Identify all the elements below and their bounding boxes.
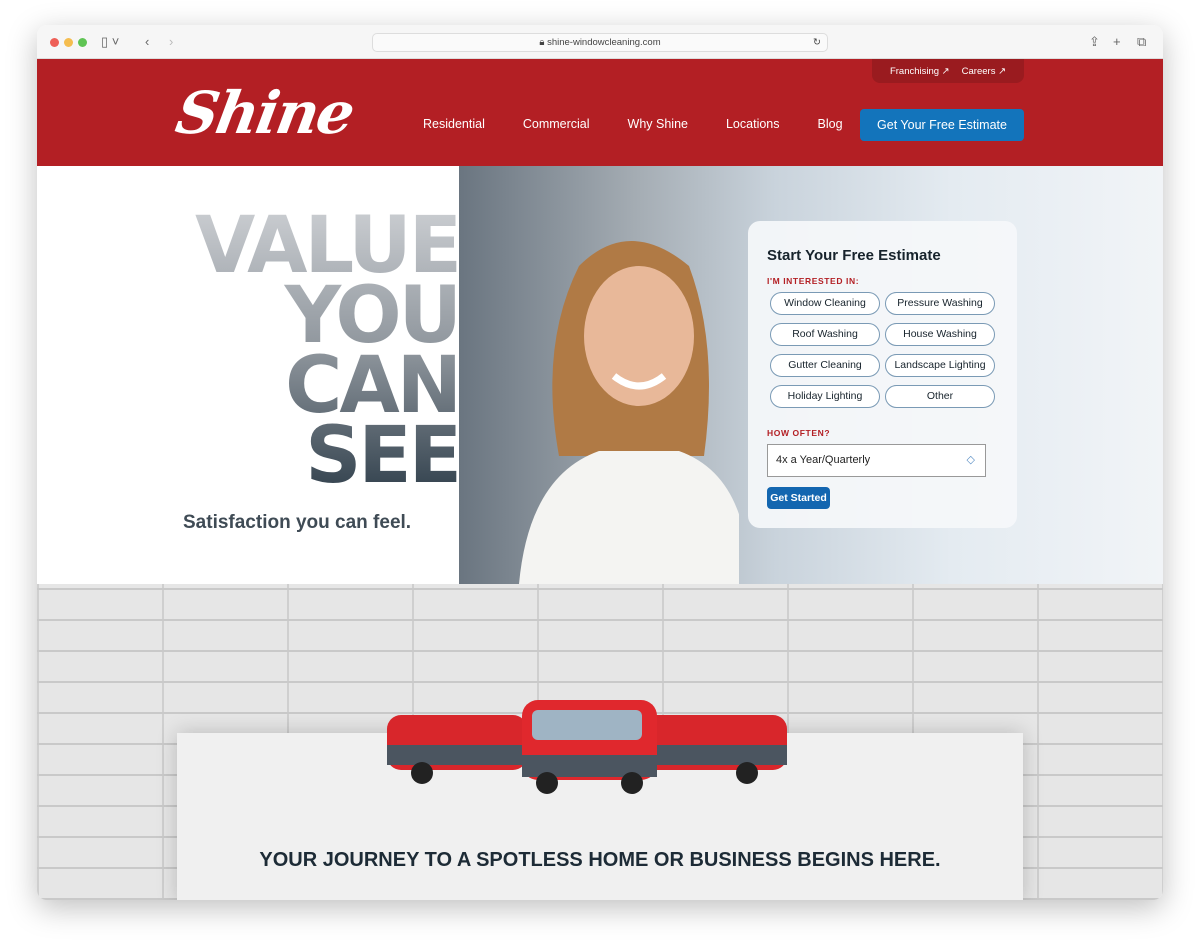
woman-image xyxy=(519,241,739,584)
free-estimate-button[interactable]: Get Your Free Estimate xyxy=(860,109,1024,141)
careers-link[interactable]: Careers ↗ xyxy=(962,66,1006,77)
nav-locations[interactable]: Locations xyxy=(726,117,780,131)
vans-image xyxy=(387,700,787,794)
service-option[interactable]: Landscape Lighting xyxy=(885,354,995,377)
service-option[interactable]: Other xyxy=(885,385,995,408)
tabs-overview-icon[interactable]: ⧉ xyxy=(1137,34,1146,50)
service-option[interactable]: Holiday Lighting xyxy=(770,385,880,408)
service-option[interactable]: Pressure Washing xyxy=(885,292,995,315)
service-option[interactable]: House Washing xyxy=(885,323,995,346)
interest-label: I'M INTERESTED IN: xyxy=(767,276,860,286)
nav-commercial[interactable]: Commercial xyxy=(523,117,590,131)
minimize-window-button[interactable] xyxy=(64,38,73,47)
select-arrows-icon: ◇ xyxy=(966,454,975,466)
shine-logo[interactable]: Shine xyxy=(171,79,358,147)
hero-tagline: Satisfaction you can feel. xyxy=(183,512,412,533)
browser-toolbar: ▯ ˅ ‹ › 🔒︎ shine-windowcleaning.com ↻ ⇪ +… xyxy=(37,25,1163,59)
forward-icon[interactable]: › xyxy=(169,34,173,49)
frequency-select[interactable]: 4x a Year/Quarterly ◇ xyxy=(767,444,986,477)
url-text: shine-windowcleaning.com xyxy=(547,37,661,48)
reload-icon[interactable]: ↻ xyxy=(813,34,821,51)
share-icon[interactable]: ⇪ xyxy=(1089,34,1100,50)
browser-window: ▯ ˅ ‹ › 🔒︎ shine-windowcleaning.com ↻ ⇪ +… xyxy=(37,25,1163,900)
service-option[interactable]: Roof Washing xyxy=(770,323,880,346)
service-option[interactable]: Window Cleaning xyxy=(770,292,880,315)
sidebar-icon[interactable]: ▯ ˅ xyxy=(101,34,119,50)
back-icon[interactable]: ‹ xyxy=(145,34,149,49)
headline-line: SEE xyxy=(305,411,459,501)
get-started-button[interactable]: Get Started xyxy=(767,487,830,509)
service-options: Window Cleaning Pressure Washing Roof Wa… xyxy=(767,292,998,408)
nav-blog[interactable]: Blog xyxy=(818,117,843,131)
nav-residential[interactable]: Residential xyxy=(423,117,485,131)
lock-icon: 🔒︎ xyxy=(539,37,548,48)
hero: VALUE YOU CAN SEE Satisfaction you can f… xyxy=(37,166,1163,584)
new-tab-icon[interactable]: + xyxy=(1113,34,1121,49)
frequency-label: HOW OFTEN? xyxy=(767,428,831,438)
main-nav: Residential Commercial Why Shine Locatio… xyxy=(423,117,843,131)
hero-headline: VALUE YOU CAN SEE xyxy=(195,211,459,491)
site-header: Franchising ↗ Careers ↗ Shine Residentia… xyxy=(37,59,1163,166)
maximize-window-button[interactable] xyxy=(78,38,87,47)
address-bar[interactable]: 🔒︎ shine-windowcleaning.com ↻ xyxy=(372,33,828,52)
journey-heading: YOUR JOURNEY TO A SPOTLESS HOME OR BUSIN… xyxy=(259,849,941,871)
frequency-value: 4x a Year/Quarterly xyxy=(776,454,871,466)
service-option[interactable]: Gutter Cleaning xyxy=(770,354,880,377)
close-window-button[interactable] xyxy=(50,38,59,47)
franchising-link[interactable]: Franchising ↗ xyxy=(890,66,950,77)
form-title: Start Your Free Estimate xyxy=(767,247,941,264)
nav-why-shine[interactable]: Why Shine xyxy=(628,117,688,131)
estimate-form: Start Your Free Estimate I'M INTERESTED … xyxy=(748,221,1017,528)
utility-links: Franchising ↗ Careers ↗ xyxy=(872,59,1024,83)
